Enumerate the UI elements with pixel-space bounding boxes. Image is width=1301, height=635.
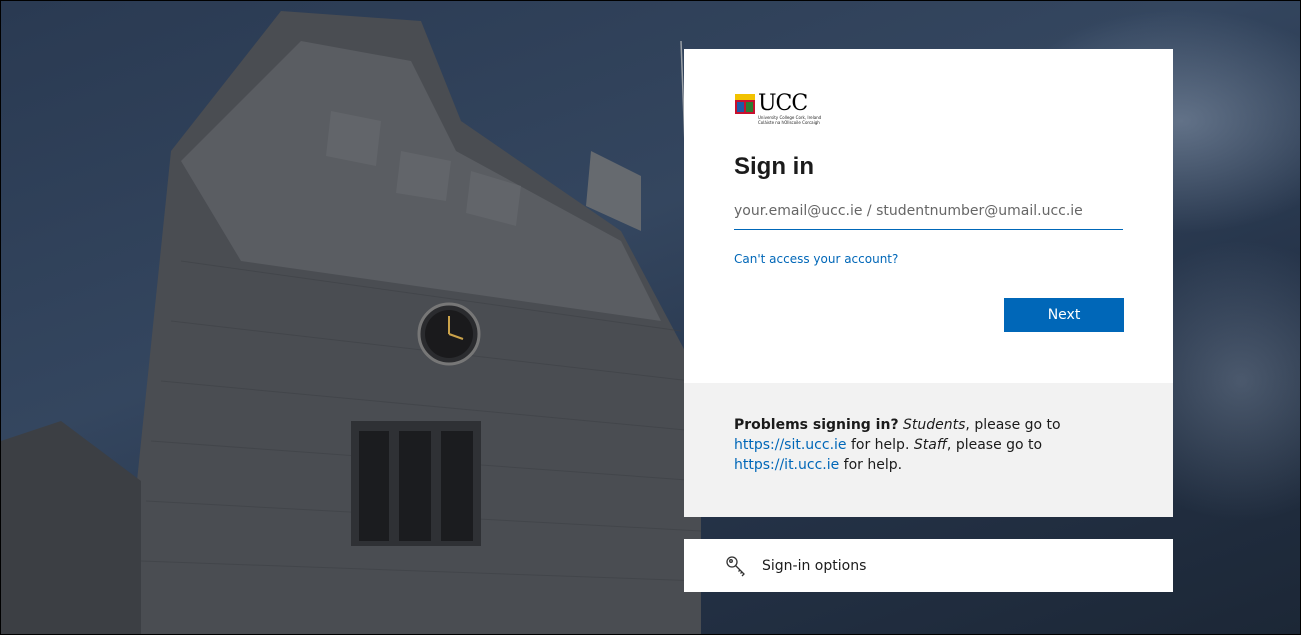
signin-options-label: Sign-in options <box>762 557 867 574</box>
next-button[interactable]: Next <box>1004 298 1124 332</box>
page-title: Sign in <box>734 153 814 180</box>
help-text-4: for help. <box>839 457 903 473</box>
help-box: Problems signing in? Students, please go… <box>684 383 1173 517</box>
help-text-3: , please go to <box>946 437 1043 453</box>
logo-ucc-text: UCC <box>758 91 808 116</box>
help-students-word: Students <box>903 417 966 433</box>
logo-wordmark: UCC University College Cork, Ireland Col… <box>758 91 838 126</box>
help-text-2: for help. <box>846 437 914 453</box>
it-help-link[interactable]: https://it.ucc.ie <box>734 457 839 473</box>
help-text-1: , please go to <box>965 417 1061 433</box>
email-input[interactable] <box>734 195 1123 230</box>
logo-subtitle-ga: Coláiste na hOllscoile Corcaigh <box>758 120 820 125</box>
ucc-logo: UCC University College Cork, Ireland Col… <box>734 93 1123 139</box>
key-icon <box>726 555 745 576</box>
background-tower-image <box>1 11 702 634</box>
sit-help-link[interactable]: https://sit.ucc.ie <box>734 437 847 453</box>
cant-access-account-link[interactable]: Can't access your account? <box>734 252 898 266</box>
signin-card: UCC University College Cork, Ireland Col… <box>684 49 1173 383</box>
signin-options-button[interactable]: Sign-in options <box>684 539 1173 592</box>
ucc-crest-icon <box>735 94 755 114</box>
help-staff-word: Staff <box>913 437 947 453</box>
app-frame: UCC University College Cork, Ireland Col… <box>0 0 1301 635</box>
help-heading: Problems signing in? <box>734 417 899 433</box>
